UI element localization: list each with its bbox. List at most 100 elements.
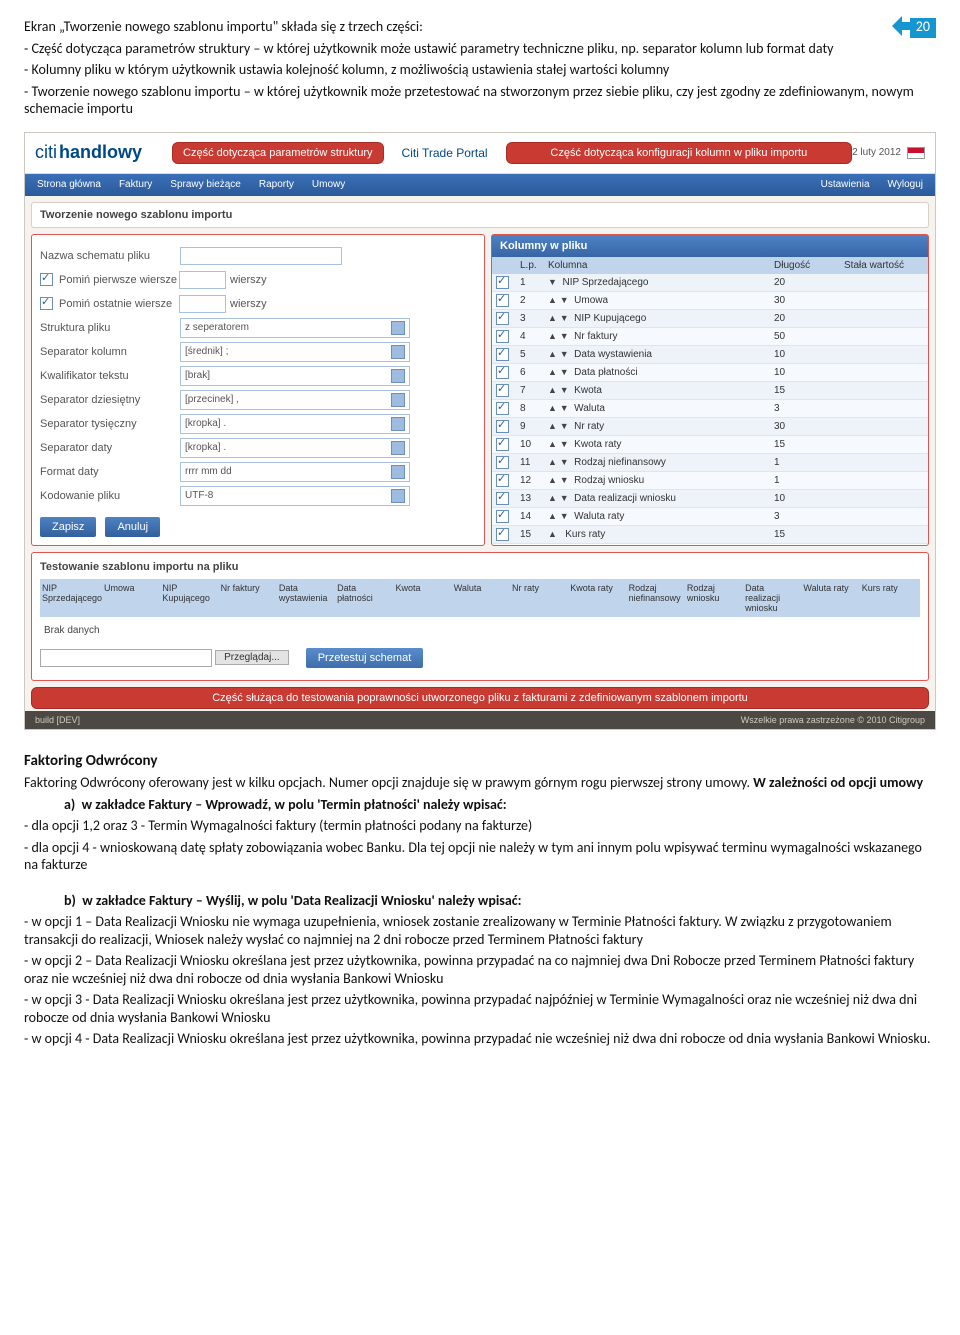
arrow-up-icon[interactable]: ▲ <box>548 439 557 449</box>
arrow-up-icon[interactable]: ▲ <box>548 493 557 503</box>
callout-structure: Część dotycząca parametrów struktury <box>172 142 384 164</box>
unit-rows-1: wierszy <box>230 274 275 286</box>
table-row: 15▲ Kurs raty15 <box>492 526 928 544</box>
browse-button[interactable]: Przeglądaj... <box>215 650 289 665</box>
lbl-sepcol: Separator kolumn <box>40 346 180 358</box>
intro-line-4: - Tworzenie nowego szablonu importu – w … <box>24 83 936 118</box>
arrow-down-icon[interactable]: ▼ <box>560 331 569 341</box>
a-line-1: - dla opcji 1,2 oraz 3 - Termin Wymagaln… <box>24 817 936 835</box>
chevron-down-icon <box>391 321 405 335</box>
arrow-up-icon[interactable]: ▲ <box>548 367 557 377</box>
nav-home[interactable]: Strona główna <box>37 179 101 190</box>
sel-thou[interactable]: [kropka] . <box>180 414 410 434</box>
chevron-down-icon <box>391 369 405 383</box>
sel-qual[interactable]: [brak] <box>180 366 410 386</box>
arrow-up-icon[interactable]: ▲ <box>548 475 557 485</box>
sel-datesep[interactable]: [kropka] . <box>180 438 410 458</box>
arrow-down-icon[interactable]: ▼ <box>560 367 569 377</box>
arrow-down-icon[interactable]: ▼ <box>560 349 569 359</box>
row-checkbox[interactable] <box>496 438 509 451</box>
inp-skip-first[interactable] <box>179 271 226 289</box>
test-col: Kurs raty <box>862 583 918 613</box>
arrow-up-icon[interactable]: ▲ <box>548 403 557 413</box>
option-b: b) w zakładce Faktury – Wyślij, w polu '… <box>64 892 936 910</box>
arrow-up-icon[interactable]: ▲ <box>548 385 557 395</box>
arrow-up-icon[interactable]: ▲ <box>548 313 557 323</box>
nav-raporty[interactable]: Raporty <box>259 179 294 190</box>
cancel-button[interactable]: Anuluj <box>105 517 160 537</box>
chevron-down-icon <box>391 417 405 431</box>
chevron-down-icon <box>391 465 405 479</box>
arrow-down-icon[interactable]: ▼ <box>560 421 569 431</box>
arrow-up-icon[interactable]: ▲ <box>548 331 557 341</box>
arrow-down-icon[interactable]: ▼ <box>560 475 569 485</box>
sel-enc[interactable]: UTF-8 <box>180 486 410 506</box>
row-checkbox[interactable] <box>496 492 509 505</box>
row-checkbox[interactable] <box>496 402 509 415</box>
test-col: Kwota raty <box>570 583 626 613</box>
arrow-down-icon[interactable]: ▼ <box>560 457 569 467</box>
inp-name[interactable] <box>180 247 342 265</box>
arrow-up-icon[interactable]: ▲ <box>548 457 557 467</box>
lbl-datesep: Separator daty <box>40 442 180 454</box>
row-checkbox[interactable] <box>496 276 509 289</box>
sel-datefmt[interactable]: rrrr mm dd <box>180 462 410 482</box>
arrow-down-icon[interactable]: ▼ <box>548 277 557 287</box>
sel-struct[interactable]: z seperatorem <box>180 318 410 338</box>
nav-logout[interactable]: Wyloguj <box>888 179 923 190</box>
row-checkbox[interactable] <box>496 420 509 433</box>
b-line-2: - w opcji 2 – Data Realizacji Wniosku ok… <box>24 952 936 987</box>
row-checkbox[interactable] <box>496 294 509 307</box>
arrow-up-icon[interactable]: ▲ <box>548 529 557 539</box>
structure-pane: Nazwa schematu pliku Pomiń pierwsze wier… <box>31 234 485 546</box>
sel-dec[interactable]: [przecinek] , <box>180 390 410 410</box>
arrow-down-icon[interactable]: ▼ <box>560 511 569 521</box>
arrow-down-icon[interactable]: ▼ <box>560 403 569 413</box>
lbl-qual: Kwalifikator tekstu <box>40 370 180 382</box>
cols-header: Kolumny w pliku <box>492 235 928 257</box>
row-checkbox[interactable] <box>496 312 509 325</box>
arrow-down-icon[interactable]: ▼ <box>560 313 569 323</box>
build-label: build [DEV] <box>35 715 80 725</box>
screenshot: citi handlowy Część dotycząca parametrów… <box>24 132 936 730</box>
arrow-down-icon[interactable]: ▼ <box>560 385 569 395</box>
row-checkbox[interactable] <box>496 456 509 469</box>
nav-sprawy[interactable]: Sprawy bieżące <box>170 179 241 190</box>
a-line-2: - dla opcji 4 - wnioskowaną datę spłaty … <box>24 839 936 874</box>
test-col: Nr faktury <box>221 583 277 613</box>
chevron-down-icon <box>391 345 405 359</box>
row-checkbox[interactable] <box>496 510 509 523</box>
chevron-down-icon <box>391 393 405 407</box>
arrow-down-icon[interactable]: ▼ <box>560 493 569 503</box>
arrow-down-icon[interactable]: ▼ <box>560 295 569 305</box>
sel-sepcol[interactable]: [średnik] ; <box>180 342 410 362</box>
row-checkbox[interactable] <box>496 348 509 361</box>
file-input[interactable] <box>40 649 212 667</box>
save-button[interactable]: Zapisz <box>40 517 96 537</box>
inp-skip-last[interactable] <box>179 295 226 313</box>
chk-skip-last[interactable] <box>40 297 53 310</box>
row-checkbox[interactable] <box>496 528 509 541</box>
table-row: 7▲ ▼ Kwota15 <box>492 382 928 400</box>
arrow-up-icon[interactable]: ▲ <box>548 295 557 305</box>
th-kol: Kolumna <box>548 260 774 271</box>
logo-handlowy: handlowy <box>59 142 142 163</box>
chk-skip-first[interactable] <box>40 273 53 286</box>
test-col: Waluta raty <box>803 583 859 613</box>
test-button[interactable]: Przetestuj schemat <box>306 648 424 668</box>
flag-icon[interactable] <box>907 147 925 159</box>
row-checkbox[interactable] <box>496 384 509 397</box>
nav-faktury[interactable]: Faktury <box>119 179 152 190</box>
arrow-up-icon[interactable]: ▲ <box>548 421 557 431</box>
nav-ustawienia[interactable]: Ustawienia <box>821 179 870 190</box>
row-checkbox[interactable] <box>496 474 509 487</box>
copyright: Wszelkie prawa zastrzeżone © 2010 Citigr… <box>741 715 925 725</box>
arrow-down-icon[interactable]: ▼ <box>560 439 569 449</box>
table-row: 4▲ ▼ Nr faktury50 <box>492 328 928 346</box>
table-row: 9▲ ▼ Nr raty30 <box>492 418 928 436</box>
arrow-up-icon[interactable]: ▲ <box>548 511 557 521</box>
row-checkbox[interactable] <box>496 366 509 379</box>
arrow-up-icon[interactable]: ▲ <box>548 349 557 359</box>
row-checkbox[interactable] <box>496 330 509 343</box>
nav-umowy[interactable]: Umowy <box>312 179 345 190</box>
